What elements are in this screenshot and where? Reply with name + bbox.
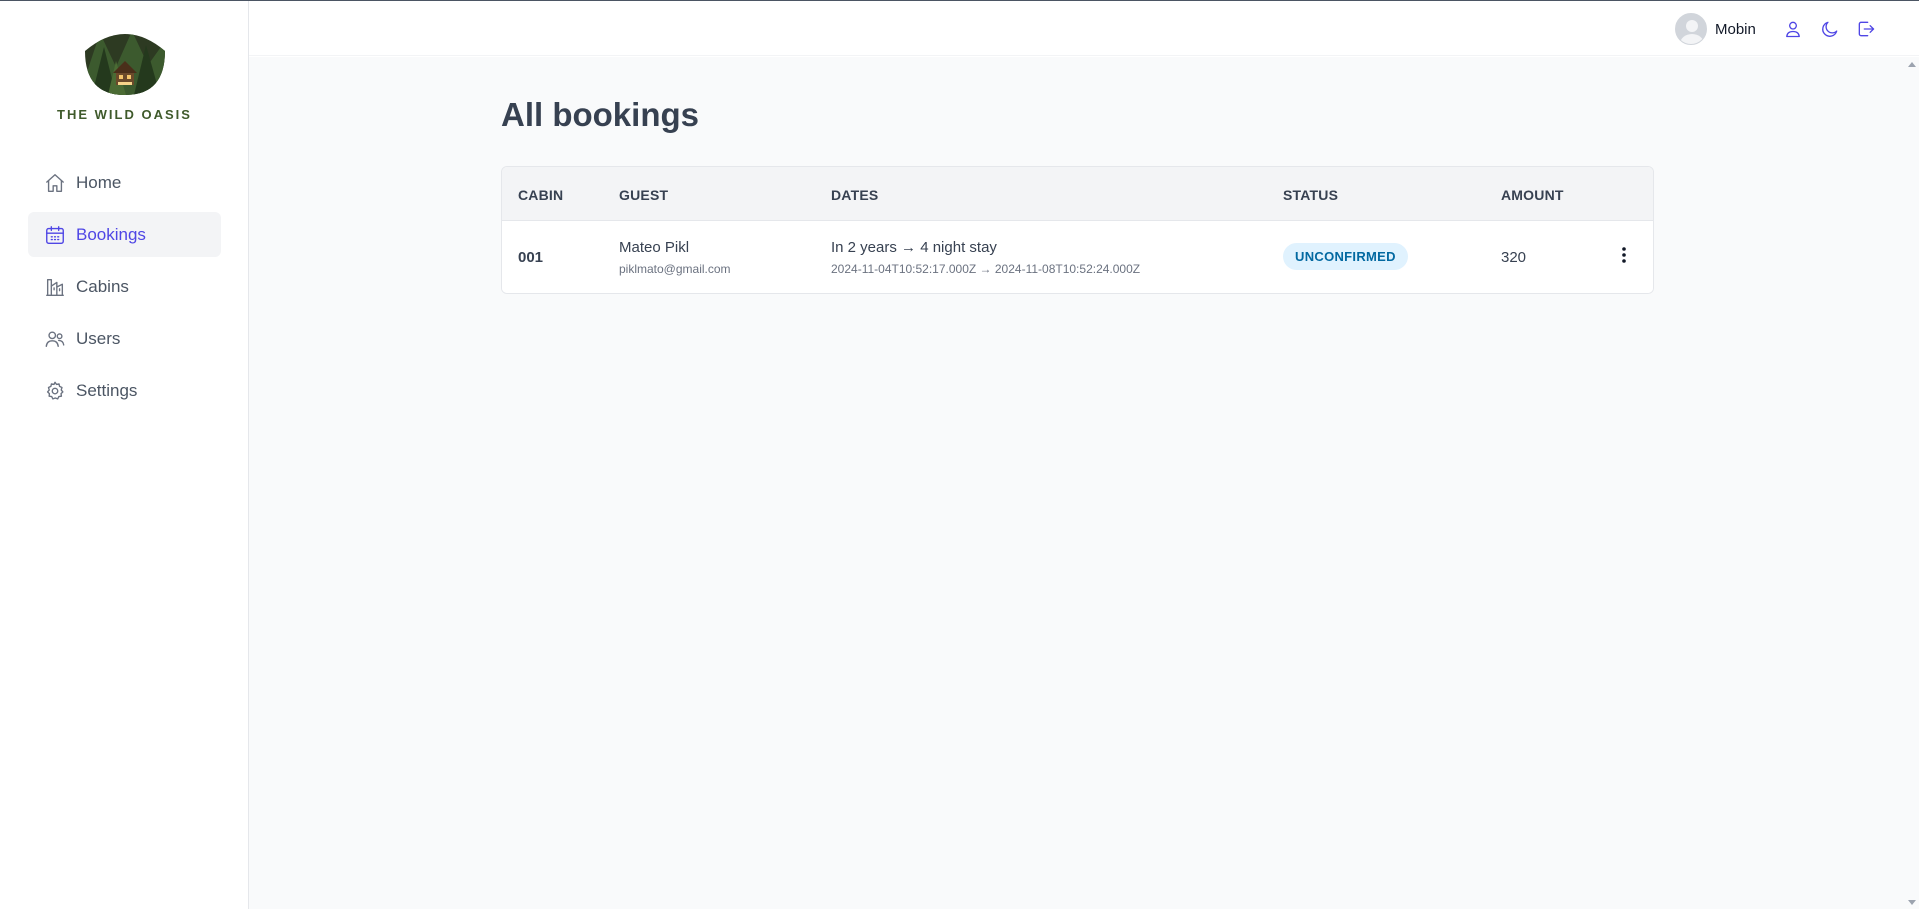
settings-icon — [44, 380, 66, 402]
table-header: CABIN GUEST DATES STATUS AMOUNT — [502, 167, 1653, 221]
user-icon — [1786, 21, 1800, 38]
home-icon — [44, 172, 66, 194]
logo-image — [84, 34, 165, 95]
column-header-dates: DATES — [831, 187, 879, 203]
scroll-up-arrow-icon[interactable] — [1908, 62, 1916, 67]
sidebar-item-label: Cabins — [76, 276, 129, 296]
sidebar: THE WILD OASIS Home Bookings Cabins User… — [0, 1, 249, 909]
logout-button[interactable] — [1855, 18, 1877, 40]
sidebar-item-label: Home — [76, 172, 122, 192]
main-nav: Home Bookings Cabins Users Settings — [28, 160, 221, 420]
moon-icon — [1822, 21, 1838, 37]
users-icon — [44, 328, 66, 350]
more-vertical-icon — [1622, 247, 1626, 263]
username: Mobin — [1715, 20, 1756, 38]
app-root: THE WILD OASIS Home Bookings Cabins User… — [0, 0, 1919, 909]
cabin-number: 001 — [518, 249, 544, 266]
dates-range: 2024-11-04T10:52:17.000Z → 2024-11-08T10… — [831, 262, 1141, 276]
scroll-down-arrow-icon[interactable] — [1908, 900, 1916, 905]
dark-mode-toggle[interactable] — [1819, 18, 1841, 40]
status-badge: UNCONFIRMED — [1283, 243, 1408, 270]
table-row[interactable]: 001 Mateo Pikl piklmato@gmail.com In 2 y… — [502, 221, 1653, 293]
guest-email: piklmato@gmail.com — [619, 262, 731, 276]
logo[interactable]: THE WILD OASIS — [0, 27, 249, 122]
amount: 320 — [1501, 249, 1527, 266]
sidebar-item-bookings[interactable]: Bookings — [28, 212, 221, 257]
sidebar-item-settings[interactable]: Settings — [28, 368, 221, 413]
page-title: All bookings — [501, 96, 699, 133]
logout-icon — [1858, 21, 1875, 37]
sidebar-item-label: Settings — [76, 380, 138, 400]
column-header-amount: AMOUNT — [1501, 187, 1564, 203]
column-header-status: STATUS — [1283, 187, 1339, 203]
sidebar-item-users[interactable]: Users — [28, 316, 221, 361]
cabins-icon — [44, 276, 66, 298]
column-header-cabin: CABIN — [518, 187, 564, 203]
guest-name: Mateo Pikl — [619, 239, 690, 256]
top-header: Mobin — [249, 1, 1919, 56]
sidebar-item-home[interactable]: Home — [28, 160, 221, 205]
account-button[interactable] — [1782, 18, 1804, 40]
sidebar-item-cabins[interactable]: Cabins — [28, 264, 221, 309]
main-content: All bookings CABIN GUEST DATES STATUS AM… — [249, 57, 1903, 909]
row-menu-button[interactable] — [1612, 243, 1636, 267]
vertical-scrollbar[interactable] — [1903, 57, 1919, 909]
sidebar-item-label: Bookings — [76, 224, 146, 244]
user-info: Mobin — [1675, 13, 1756, 45]
avatar — [1675, 13, 1707, 45]
bookings-table: CABIN GUEST DATES STATUS AMOUNT 001 Mate… — [501, 166, 1654, 294]
column-header-guest: GUEST — [619, 187, 669, 203]
dates-summary: In 2 years → 4 night stay — [831, 239, 997, 256]
logo-text: THE WILD OASIS — [57, 107, 192, 122]
calendar-icon — [44, 224, 66, 246]
sidebar-item-label: Users — [76, 328, 121, 348]
